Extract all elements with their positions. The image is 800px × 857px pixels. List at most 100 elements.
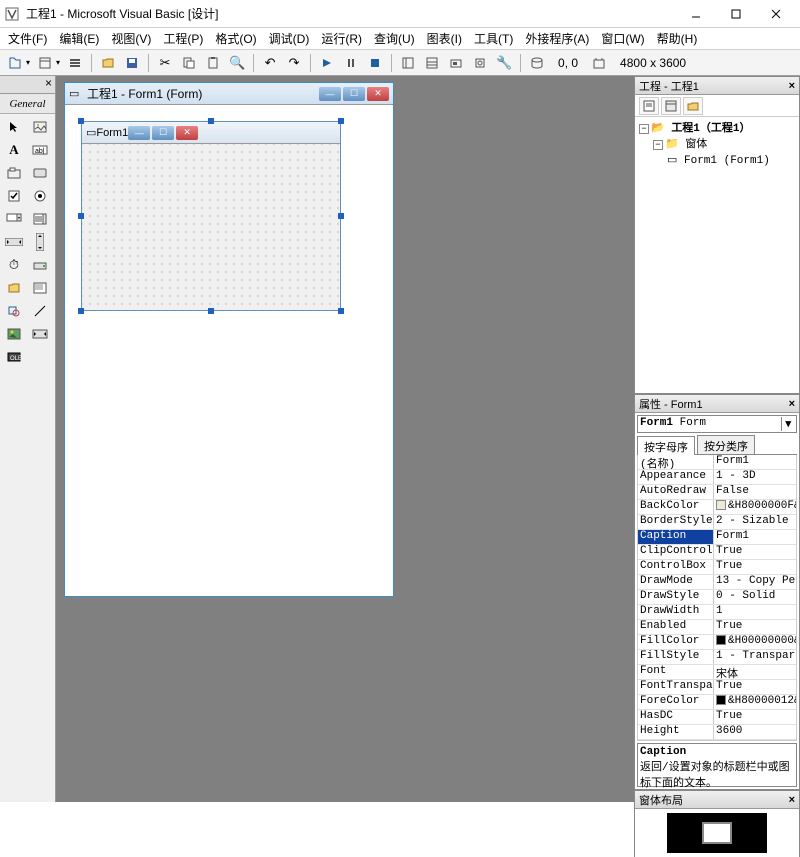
properties-window-button[interactable] xyxy=(421,52,443,74)
form-design-surface[interactable] xyxy=(82,144,340,310)
panel-close-button[interactable]: × xyxy=(789,80,795,92)
add-project-button[interactable] xyxy=(4,52,26,74)
property-row[interactable]: ControlBoxTrue xyxy=(638,560,796,575)
view-object-button[interactable] xyxy=(661,97,681,115)
tab-alphabetic[interactable]: 按字母序 xyxy=(637,436,695,455)
toolbox-close-button[interactable]: × xyxy=(0,76,55,94)
property-row[interactable]: ForeColor&H80000012& xyxy=(638,695,796,710)
object-selector-combo[interactable]: Form1 Form ▾ xyxy=(637,415,797,433)
object-browser-button[interactable] xyxy=(469,52,491,74)
maximize-button[interactable] xyxy=(716,1,756,27)
checkbox-tool[interactable] xyxy=(2,185,26,207)
project-tree[interactable]: −📂 工程1（工程1） −📁 窗体 ▭ Form1 (Form1) xyxy=(635,117,799,393)
filelistbox-tool[interactable] xyxy=(28,277,52,299)
property-row[interactable]: FillColor&H00000000& xyxy=(638,635,796,650)
resize-handle[interactable] xyxy=(78,308,84,314)
dropdown-arrow-icon[interactable]: ▾ xyxy=(26,58,32,67)
properties-grid[interactable]: (名称)Form1Appearance1 - 3DAutoRedrawFalse… xyxy=(637,455,797,741)
property-row[interactable]: Appearance1 - 3D xyxy=(638,470,796,485)
tab-categorized[interactable]: 按分类序 xyxy=(697,435,755,454)
frame-tool[interactable] xyxy=(2,162,26,184)
line-tool[interactable] xyxy=(28,300,52,322)
find-button[interactable]: 🔍 xyxy=(226,52,248,74)
hscrollbar-tool[interactable] xyxy=(2,231,26,253)
property-row[interactable]: DrawStyle0 - Solid xyxy=(638,590,796,605)
property-row[interactable]: FontTransparentTrue xyxy=(638,680,796,695)
menu-debug[interactable]: 调试(D) xyxy=(263,28,316,49)
view-code-button[interactable] xyxy=(639,97,659,115)
menu-view[interactable]: 视图(V) xyxy=(105,28,157,49)
form-designer-window[interactable]: ▭ 工程1 - Form1 (Form) — ☐ ✕ xyxy=(64,82,394,597)
pause-button[interactable] xyxy=(340,52,362,74)
panel-close-button[interactable]: × xyxy=(789,398,795,410)
property-row[interactable]: DrawWidth1 xyxy=(638,605,796,620)
screen-preview[interactable] xyxy=(667,813,767,853)
tree-forms-folder[interactable]: 窗体 xyxy=(685,139,707,151)
resize-handle[interactable] xyxy=(78,118,84,124)
designer-minimize-button[interactable]: — xyxy=(319,87,341,101)
toggle-folders-button[interactable] xyxy=(683,97,703,115)
property-row[interactable]: Height3600 xyxy=(638,725,796,740)
vscrollbar-tool[interactable] xyxy=(28,231,52,253)
open-button[interactable] xyxy=(97,52,119,74)
resize-handle[interactable] xyxy=(338,308,344,314)
undo-button[interactable]: ↶ xyxy=(259,52,281,74)
designer-close-button[interactable]: ✕ xyxy=(367,87,389,101)
menu-help[interactable]: 帮助(H) xyxy=(651,28,704,49)
toolbox-button[interactable]: 🔧 xyxy=(493,52,515,74)
menu-tools[interactable]: 工具(T) xyxy=(468,28,519,49)
close-button[interactable] xyxy=(756,1,796,27)
dropdown-arrow-icon[interactable]: ▾ xyxy=(781,417,794,431)
menu-editor-button[interactable] xyxy=(64,52,86,74)
dirlistbox-tool[interactable] xyxy=(2,277,26,299)
combobox-tool[interactable] xyxy=(2,208,26,230)
panel-close-button[interactable]: × xyxy=(789,794,795,806)
property-row[interactable]: FillStyle1 - Transparent xyxy=(638,650,796,665)
property-row[interactable]: BorderStyle2 - Sizable xyxy=(638,515,796,530)
add-form-button[interactable] xyxy=(34,52,56,74)
menu-diagram[interactable]: 图表(I) xyxy=(421,28,468,49)
menu-edit[interactable]: 编辑(E) xyxy=(53,28,105,49)
resize-handle[interactable] xyxy=(338,118,344,124)
commandbutton-tool[interactable] xyxy=(28,162,52,184)
designer-maximize-button[interactable]: ☐ xyxy=(343,87,365,101)
property-row[interactable]: Font宋体 xyxy=(638,665,796,680)
resize-handle[interactable] xyxy=(208,308,214,314)
pointer-tool[interactable] xyxy=(2,116,26,138)
menu-query[interactable]: 查询(U) xyxy=(368,28,421,49)
data-tool[interactable] xyxy=(28,323,52,345)
tree-project-node[interactable]: 工程1（工程1） xyxy=(671,123,750,135)
form1-designer[interactable]: ▭ Form1 — ☐ ✕ xyxy=(81,121,341,311)
property-row[interactable]: AutoRedrawFalse xyxy=(638,485,796,500)
menu-project[interactable]: 工程(P) xyxy=(157,28,209,49)
property-row[interactable]: EnabledTrue xyxy=(638,620,796,635)
resize-handle[interactable] xyxy=(208,118,214,124)
timer-tool[interactable]: ⏱ xyxy=(2,254,26,276)
resize-handle[interactable] xyxy=(338,213,344,219)
property-row[interactable]: ClipControlsTrue xyxy=(638,545,796,560)
redo-button[interactable]: ↷ xyxy=(283,52,305,74)
dropdown-arrow-icon[interactable]: ▾ xyxy=(56,58,62,67)
optionbutton-tool[interactable] xyxy=(28,185,52,207)
save-button[interactable] xyxy=(121,52,143,74)
drivelistbox-tool[interactable] xyxy=(28,254,52,276)
paste-button[interactable] xyxy=(202,52,224,74)
picturebox-tool[interactable] xyxy=(28,116,52,138)
property-row[interactable]: (名称)Form1 xyxy=(638,455,796,470)
textbox-tool[interactable]: ab| xyxy=(28,139,52,161)
label-tool[interactable]: A xyxy=(2,139,26,161)
property-row[interactable]: CaptionForm1 xyxy=(638,530,796,545)
data-view-button[interactable] xyxy=(526,52,548,74)
project-explorer-button[interactable] xyxy=(397,52,419,74)
copy-button[interactable] xyxy=(178,52,200,74)
ole-tool[interactable]: OLE xyxy=(2,346,26,368)
menu-file[interactable]: 文件(F) xyxy=(2,28,53,49)
property-row[interactable]: BackColor&H8000000F& xyxy=(638,500,796,515)
property-row[interactable]: DrawMode13 - Copy Pen xyxy=(638,575,796,590)
menu-format[interactable]: 格式(O) xyxy=(209,28,262,49)
stop-button[interactable] xyxy=(364,52,386,74)
resize-handle[interactable] xyxy=(78,213,84,219)
menu-window[interactable]: 窗口(W) xyxy=(595,28,650,49)
form-layout-button[interactable] xyxy=(445,52,467,74)
tree-form1-node[interactable]: Form1 (Form1) xyxy=(684,155,770,167)
